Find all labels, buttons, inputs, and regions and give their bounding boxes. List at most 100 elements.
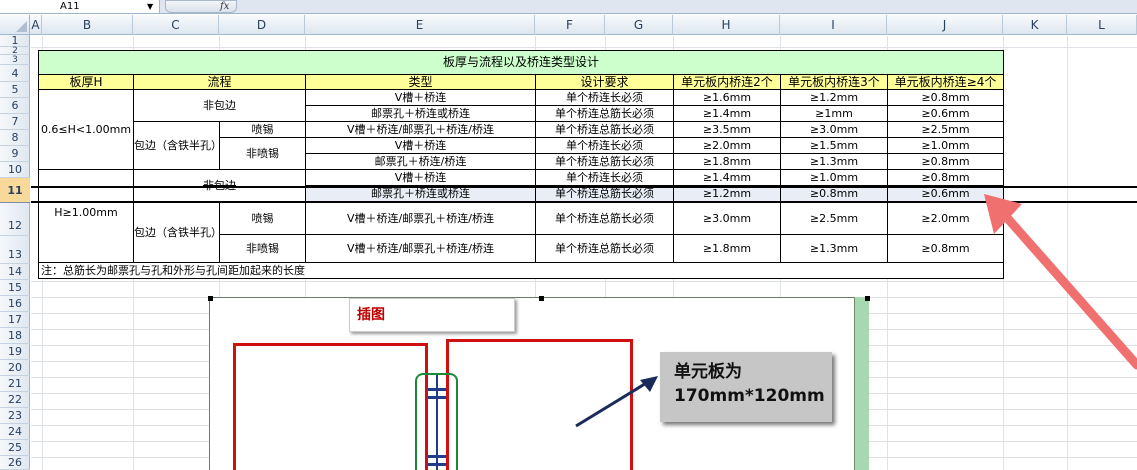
resize-handle[interactable] xyxy=(865,296,870,301)
flow-spray-tin[interactable]: 喷锡 xyxy=(219,121,306,138)
column-header-a[interactable]: A xyxy=(30,15,42,35)
table-cell[interactable]: 邮票孔＋桥连或桥连 xyxy=(305,185,536,202)
row-header-14[interactable]: 14 xyxy=(0,264,30,280)
row-header-22[interactable]: 22 xyxy=(0,392,30,408)
flow-no-edge[interactable]: 非包边 xyxy=(133,89,306,122)
row-header-16[interactable]: 16 xyxy=(0,296,30,312)
table-cell[interactable]: ≥1.0mm xyxy=(887,137,1004,154)
flow-no-spray-tin[interactable]: 非喷锡 xyxy=(219,137,306,170)
row-header-20[interactable]: 20 xyxy=(0,360,30,376)
row-header-11[interactable]: 11 xyxy=(0,178,30,203)
table-cell[interactable]: ≥1.8mm xyxy=(673,153,781,170)
row-header-10[interactable]: 10 xyxy=(0,162,30,178)
column-header-e[interactable]: E xyxy=(305,15,535,35)
table-cell[interactable]: 单个桥连总筋长必须 xyxy=(535,153,674,170)
resize-handle[interactable] xyxy=(539,296,544,301)
table-cell[interactable]: ≥0.6mm xyxy=(887,185,1004,202)
column-header-l[interactable]: L xyxy=(1067,15,1137,35)
table-cell[interactable]: ≥1.3mm xyxy=(780,234,888,263)
table-cell[interactable]: V槽＋桥连/邮票孔＋桥连/桥连 xyxy=(305,121,536,138)
row-header-6[interactable]: 6 xyxy=(0,98,30,114)
table-cell[interactable]: ≥1.4mm xyxy=(673,105,781,122)
row-header-23[interactable]: 23 xyxy=(0,408,30,424)
table-cell[interactable]: ≥1.3mm xyxy=(780,153,888,170)
table-cell[interactable]: 单个桥连长必须 xyxy=(535,137,674,154)
table-cell[interactable]: ≥3.0mm xyxy=(780,121,888,138)
table-cell[interactable]: 单个桥连总筋长必须 xyxy=(535,201,674,235)
header-bridge4[interactable]: 单元板内桥连≥4个 xyxy=(887,74,1004,90)
thickness-group1[interactable]: 0.6≤H<1.00mm xyxy=(38,89,134,170)
flow-with-edge-2[interactable]: 包边（含铁半孔） xyxy=(133,201,220,263)
table-cell[interactable]: ≥1.4mm xyxy=(673,169,781,186)
table-cell[interactable]: ≥1.2mm xyxy=(673,185,781,202)
row-header-19[interactable]: 19 xyxy=(0,344,30,360)
table-cell[interactable]: V槽＋桥连 xyxy=(305,169,536,186)
table-cell[interactable]: 邮票孔＋桥连或桥连 xyxy=(305,105,536,122)
table-cell[interactable]: ≥1.8mm xyxy=(673,234,781,263)
table-cell[interactable]: ≥1.2mm xyxy=(780,89,888,106)
table-note[interactable]: 注：总筋长为邮票孔与孔和外形与孔间距加起来的长度 xyxy=(38,262,1004,279)
column-header-h[interactable]: H xyxy=(673,15,780,35)
table-cell[interactable]: 单个桥连长必须 xyxy=(535,89,674,106)
column-header-g[interactable]: G xyxy=(605,15,673,35)
row-header-4[interactable]: 4 xyxy=(0,65,30,82)
header-bridge3[interactable]: 单元板内桥连3个 xyxy=(780,74,888,90)
header-requirement[interactable]: 设计要求 xyxy=(535,74,674,90)
header-type[interactable]: 类型 xyxy=(305,74,536,90)
thickness-group2[interactable]: H≥1.00mm xyxy=(38,201,134,263)
table-cell[interactable]: ≥2.5mm xyxy=(887,121,1004,138)
row-header-9[interactable]: 9 xyxy=(0,146,30,162)
column-header-j[interactable]: J xyxy=(887,15,1003,35)
table-cell[interactable]: ≥2.5mm xyxy=(780,201,888,235)
table-cell[interactable] xyxy=(38,169,134,202)
table-title[interactable]: 板厚与流程以及桥连类型设计 xyxy=(38,50,1004,75)
table-cell[interactable]: 单个桥连总筋长必须 xyxy=(535,121,674,138)
row-header-26[interactable]: 26 xyxy=(0,456,30,470)
row-header-15[interactable]: 15 xyxy=(0,280,30,296)
row-header-3[interactable]: 3 xyxy=(0,55,30,65)
column-header-d[interactable]: D xyxy=(219,15,305,35)
row-header-2[interactable]: 2 xyxy=(0,47,30,56)
row-header-18[interactable]: 18 xyxy=(0,328,30,344)
column-header-f[interactable]: F xyxy=(535,15,605,35)
select-all-button[interactable] xyxy=(0,15,30,35)
table-cell[interactable]: ≥3.0mm xyxy=(673,201,781,235)
table-cell[interactable]: ≥0.8mm xyxy=(887,169,1004,186)
table-cell[interactable]: ≥0.8mm xyxy=(780,185,888,202)
flow-no-edge-struck[interactable]: 非包边 xyxy=(133,169,306,202)
table-cell[interactable]: ≥2.0mm xyxy=(673,137,781,154)
row-header-17[interactable]: 17 xyxy=(0,312,30,328)
column-header-i[interactable]: I xyxy=(780,15,887,35)
row-header-25[interactable]: 25 xyxy=(0,440,30,456)
table-cell[interactable]: V槽＋桥连/邮票孔＋桥连/桥连 xyxy=(305,201,536,235)
table-cell[interactable]: 单个桥连长必须 xyxy=(535,169,674,186)
flow-no-spray-tin-2[interactable]: 非喷锡 xyxy=(219,234,306,263)
name-box[interactable]: A11 ▼ xyxy=(0,0,160,13)
row-header-5[interactable]: 5 xyxy=(0,82,30,98)
table-cell[interactable]: ≥1.0mm xyxy=(780,169,888,186)
resize-handle[interactable] xyxy=(208,296,213,301)
flow-spray-tin-2[interactable]: 喷锡 xyxy=(219,201,306,235)
table-cell[interactable]: ≥1.5mm xyxy=(780,137,888,154)
table-cell[interactable]: V槽＋桥连 xyxy=(305,137,536,154)
table-cell[interactable]: V槽＋桥连/邮票孔＋桥连/桥连 xyxy=(305,234,536,263)
row-header-21[interactable]: 21 xyxy=(0,376,30,392)
header-flow[interactable]: 流程 xyxy=(133,74,306,90)
table-cell[interactable]: ≥0.8mm xyxy=(887,89,1004,106)
table-cell[interactable]: ≥1.6mm xyxy=(673,89,781,106)
table-cell[interactable]: 单个桥连总筋长必须 xyxy=(535,234,674,263)
flow-with-edge[interactable]: 包边（含铁半孔） xyxy=(133,121,220,170)
header-bridge2[interactable]: 单元板内桥连2个 xyxy=(673,74,781,90)
table-cell[interactable]: 单个桥连总筋长必须 xyxy=(535,185,674,202)
table-cell[interactable]: 单个桥连总筋长必须 xyxy=(535,105,674,122)
table-cell[interactable]: ≥0.8mm xyxy=(887,153,1004,170)
row-header-24[interactable]: 24 xyxy=(0,424,30,440)
table-cell[interactable]: ≥0.6mm xyxy=(887,105,1004,122)
header-thickness[interactable]: 板厚H xyxy=(38,74,134,90)
table-cell[interactable]: ≥2.0mm xyxy=(887,201,1004,235)
column-header-k[interactable]: K xyxy=(1003,15,1067,35)
row-header-8[interactable]: 8 xyxy=(0,130,30,146)
table-cell[interactable]: ≥3.5mm xyxy=(673,121,781,138)
table-cell[interactable]: 邮票孔＋桥连/桥连 xyxy=(305,153,536,170)
chevron-down-icon[interactable]: ▼ xyxy=(147,1,153,12)
